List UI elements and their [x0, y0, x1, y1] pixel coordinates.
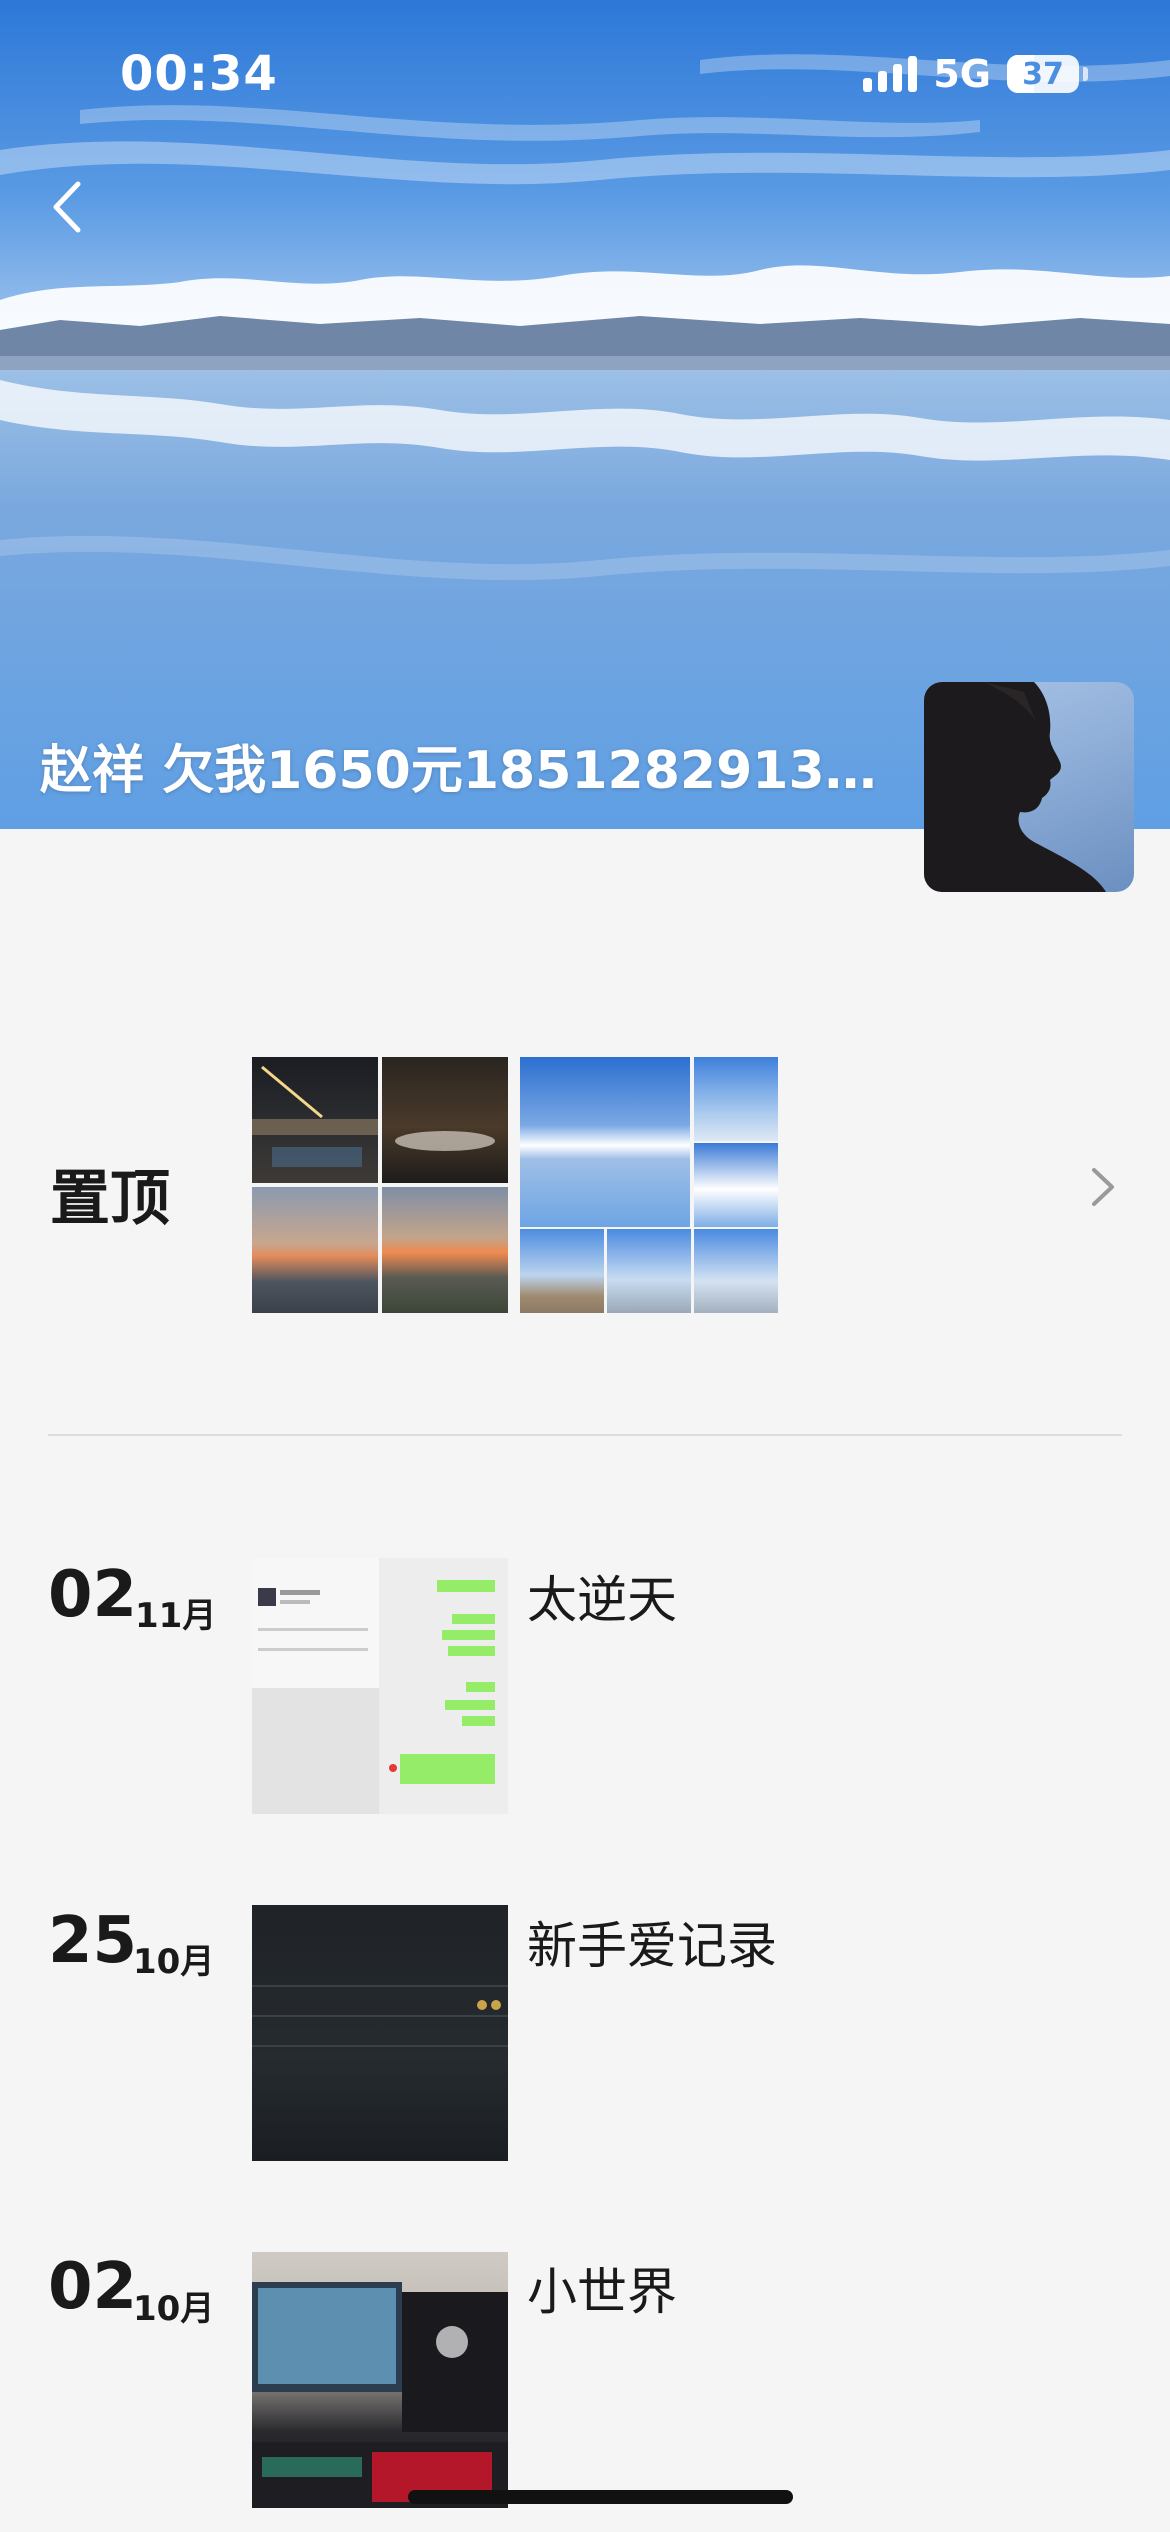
pinned-photo-night-lot	[382, 1057, 508, 1183]
desk-setup-preview	[252, 2282, 508, 2508]
pinned-photo-pier-2	[607, 1229, 691, 1313]
battery-icon: 37	[1007, 55, 1079, 93]
pinned-photo-sky-1	[694, 1057, 778, 1141]
post-caption[interactable]: 小世界	[527, 2252, 677, 2324]
moments-album-screen: 00:34 5G 37 赵祥 欠我1650元18512829135... 置顶 …	[0, 0, 1170, 2532]
cover-title: 赵祥 欠我1650元18512829135...	[40, 741, 890, 801]
post-caption[interactable]: 太逆天	[527, 1560, 677, 1632]
status-time: 00:34	[120, 46, 278, 102]
battery-nub	[1083, 67, 1088, 81]
signal-icon	[863, 56, 918, 92]
post-day: 25	[48, 1904, 138, 1978]
pinned-photo-night-bridge	[252, 1057, 378, 1183]
status-indicators: 5G 37	[863, 52, 1088, 96]
section-divider	[48, 1434, 1122, 1436]
chevron-left-icon[interactable]	[44, 176, 96, 238]
silhouette-avatar-image	[924, 682, 1106, 892]
pinned-photo-pier-1	[520, 1229, 604, 1313]
home-indicator[interactable]	[408, 2490, 793, 2504]
post-day: 02	[48, 1558, 138, 1632]
post-month: 11月	[135, 1596, 217, 1636]
pinned-photo-sunset-1	[252, 1187, 378, 1313]
post-thumbnail-desk-setup[interactable]	[252, 2252, 508, 2508]
post-month: 10月	[133, 2289, 215, 2329]
post-caption[interactable]: 新手爱记录	[527, 1906, 777, 1978]
pinned-label: 置顶	[50, 1164, 170, 1234]
network-type: 5G	[933, 52, 991, 96]
pinned-photo-sky-lake-main	[520, 1057, 690, 1227]
dark-table-preview	[252, 1985, 508, 2047]
pinned-photo-sunset-2	[382, 1187, 508, 1313]
battery-percent: 37	[1022, 56, 1064, 92]
pinned-photo-pier-3	[694, 1229, 778, 1313]
chat-screenshot-preview	[252, 1558, 508, 1814]
pinned-photo-sky-2	[694, 1143, 778, 1227]
avatar[interactable]	[924, 682, 1134, 892]
post-day: 02	[48, 2250, 138, 2324]
post-thumbnail-dark-table[interactable]	[252, 1905, 508, 2161]
post-month: 10月	[133, 1942, 215, 1982]
chevron-right-icon[interactable]	[1088, 1164, 1118, 1210]
post-thumbnail-screenshots[interactable]	[252, 1558, 508, 1814]
